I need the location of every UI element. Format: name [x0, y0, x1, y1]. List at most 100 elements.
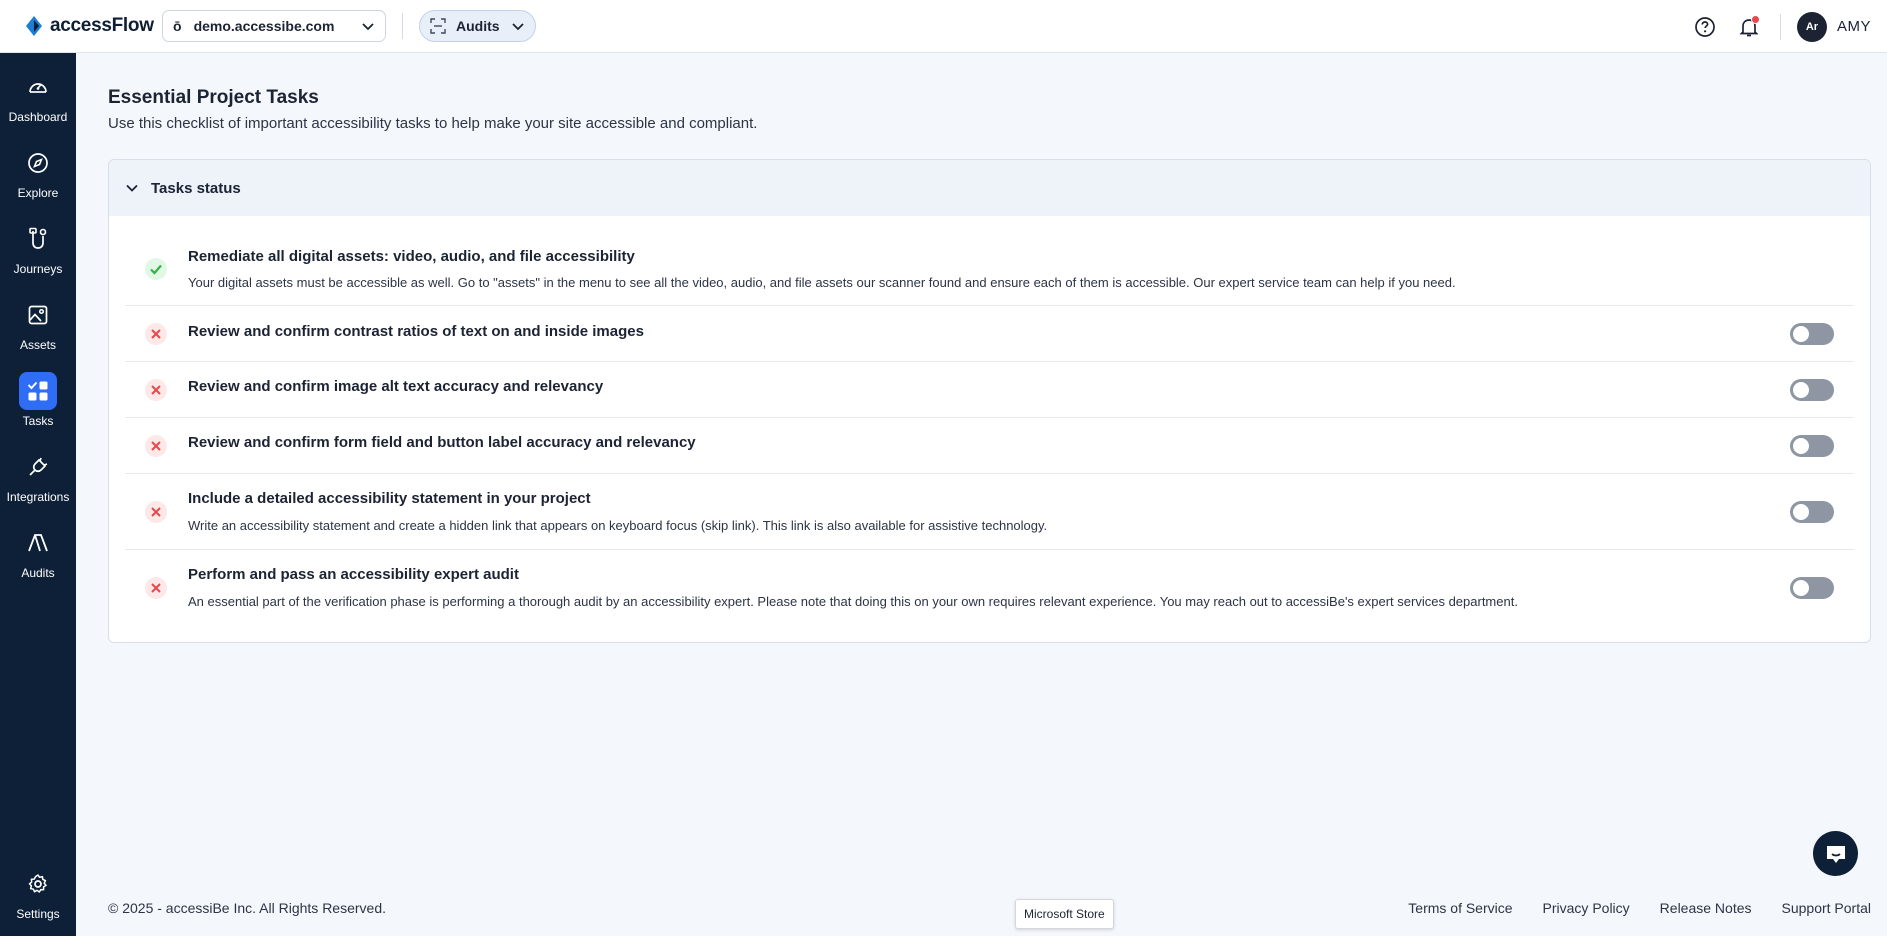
- compass-icon: [28, 153, 48, 173]
- chevron-down-icon: [126, 184, 138, 192]
- sidebar-item-label: Integrations: [6, 490, 70, 504]
- section-name: Audits: [456, 18, 500, 34]
- sidebar-item-label: Tasks: [22, 414, 54, 428]
- task-toggle[interactable]: [1790, 501, 1834, 523]
- toggle-knob: [1793, 326, 1809, 342]
- sidebar-item-assets[interactable]: Assets: [0, 296, 76, 366]
- chevron-down-icon: [512, 23, 524, 31]
- divider: [402, 13, 403, 39]
- page-title: Essential Project Tasks: [108, 87, 319, 108]
- sidebar-item-settings[interactable]: Settings: [0, 865, 76, 935]
- sidebar-item-label: Assets: [19, 338, 56, 352]
- close-icon: [145, 323, 167, 345]
- section-selector[interactable]: Audits: [419, 10, 536, 42]
- help-button[interactable]: [1692, 14, 1718, 40]
- scan-icon: [430, 18, 446, 34]
- task-title: Review and confirm form field and button…: [188, 434, 696, 451]
- tooltip: Microsoft Store: [1015, 899, 1114, 929]
- footer-links: Terms of Service Privacy Policy Release …: [1378, 900, 1871, 916]
- task-row: Review and confirm contrast ratios of te…: [125, 306, 1854, 362]
- task-row: Perform and pass an accessibility expert…: [125, 550, 1854, 626]
- terms-of-service-link[interactable]: Terms of Service: [1408, 900, 1512, 916]
- gear-icon: [28, 874, 47, 893]
- task-row: Remediate all digital assets: video, aud…: [125, 216, 1854, 306]
- sidebar-item-integrations[interactable]: Integrations: [0, 448, 76, 518]
- copyright-text: © 2025 - accessiBe Inc. All Rights Reser…: [108, 900, 386, 916]
- chevron-down-icon: [362, 23, 374, 31]
- tasks-card: Tasks status Remediate all digital asset…: [108, 159, 1871, 643]
- top-right-actions: Ar AMY: [1674, 0, 1871, 53]
- privacy-policy-link[interactable]: Privacy Policy: [1543, 900, 1630, 916]
- toggle-knob: [1793, 580, 1809, 596]
- chat-icon: [1826, 845, 1845, 863]
- accessflow-logo-icon: [26, 16, 42, 36]
- task-description: Write an accessibility statement and cre…: [188, 518, 1048, 533]
- sidebar-item-label: Dashboard: [8, 110, 68, 124]
- sidebar: Dashboard Explore Journeys Assets Tasks …: [0, 53, 76, 936]
- task-title: Perform and pass an accessibility expert…: [188, 566, 519, 583]
- toggle-knob: [1793, 504, 1809, 520]
- site-name: demo.accessibe.com: [193, 18, 335, 34]
- tasks-status-title: Tasks status: [151, 179, 241, 197]
- sidebar-item-journeys[interactable]: Journeys: [0, 220, 76, 290]
- toggle-knob: [1793, 438, 1809, 454]
- close-icon: [145, 501, 167, 523]
- task-row: Include a detailed accessibility stateme…: [125, 474, 1854, 550]
- site-favicon-icon: ō: [173, 18, 182, 34]
- toggle-knob: [1793, 382, 1809, 398]
- sidebar-item-audits[interactable]: Audits: [0, 524, 76, 594]
- check-icon: [145, 258, 167, 280]
- sidebar-item-label: Journeys: [13, 262, 63, 276]
- nav-icon-wrap: [19, 865, 57, 903]
- close-icon: [145, 577, 167, 599]
- sidebar-item-tasks[interactable]: Tasks: [0, 372, 76, 442]
- site-selector[interactable]: ō demo.accessibe.com: [162, 10, 386, 42]
- task-toggle[interactable]: [1790, 577, 1834, 599]
- task-toggle[interactable]: [1790, 435, 1834, 457]
- tasks-status-toggle[interactable]: Tasks status: [109, 160, 1870, 216]
- sidebar-item-label: Explore: [17, 186, 59, 200]
- audits-icon: [28, 534, 48, 552]
- nav-icon-wrap: [19, 68, 57, 106]
- task-toggle[interactable]: [1790, 323, 1834, 345]
- sidebar-item-dashboard[interactable]: Dashboard: [0, 68, 76, 138]
- sidebar-item-explore[interactable]: Explore: [0, 144, 76, 214]
- avatar[interactable]: Ar: [1796, 11, 1827, 42]
- release-notes-link[interactable]: Release Notes: [1660, 900, 1752, 916]
- nav-icon-wrap: [19, 448, 57, 486]
- nav-icon-wrap: [19, 524, 57, 562]
- task-title: Remediate all digital assets: video, aud…: [188, 248, 635, 265]
- sidebar-item-label: Audits: [21, 566, 55, 580]
- nav-icon-wrap: [19, 144, 57, 182]
- top-bar: accessFlow ō demo.accessibe.com Audits A…: [0, 0, 1887, 53]
- journeys-icon: [29, 227, 47, 249]
- plug-icon: [29, 457, 48, 476]
- notification-badge: [1750, 14, 1760, 24]
- user-name[interactable]: AMY: [1837, 18, 1871, 35]
- task-row: Review and confirm image alt text accura…: [125, 362, 1854, 418]
- help-icon: [1695, 16, 1715, 37]
- close-icon: [145, 435, 167, 457]
- task-description: Your digital assets must be accessible a…: [188, 275, 1456, 290]
- image-icon: [28, 305, 48, 325]
- nav-icon-wrap: [19, 372, 57, 410]
- support-portal-link[interactable]: Support Portal: [1782, 900, 1872, 916]
- dashboard-icon: [29, 83, 47, 93]
- task-title: Include a detailed accessibility stateme…: [188, 490, 591, 507]
- sidebar-item-label: Settings: [16, 907, 60, 921]
- tasks-icon: [27, 381, 48, 401]
- brand-logo[interactable]: accessFlow: [24, 15, 162, 37]
- page-subtitle: Use this checklist of important accessib…: [108, 115, 758, 132]
- task-title: Review and confirm image alt text accura…: [188, 378, 604, 395]
- close-icon: [145, 379, 167, 401]
- divider: [1779, 13, 1781, 40]
- task-toggle[interactable]: [1790, 379, 1834, 401]
- notifications-button[interactable]: [1736, 14, 1762, 40]
- brand-name: accessFlow: [50, 15, 154, 36]
- task-row: Review and confirm form field and button…: [125, 418, 1854, 474]
- nav-icon-wrap: [19, 296, 57, 334]
- chat-button[interactable]: [1813, 831, 1858, 876]
- task-description: An essential part of the verification ph…: [188, 594, 1518, 609]
- nav-icon-wrap: [19, 220, 57, 258]
- task-title: Review and confirm contrast ratios of te…: [188, 323, 644, 340]
